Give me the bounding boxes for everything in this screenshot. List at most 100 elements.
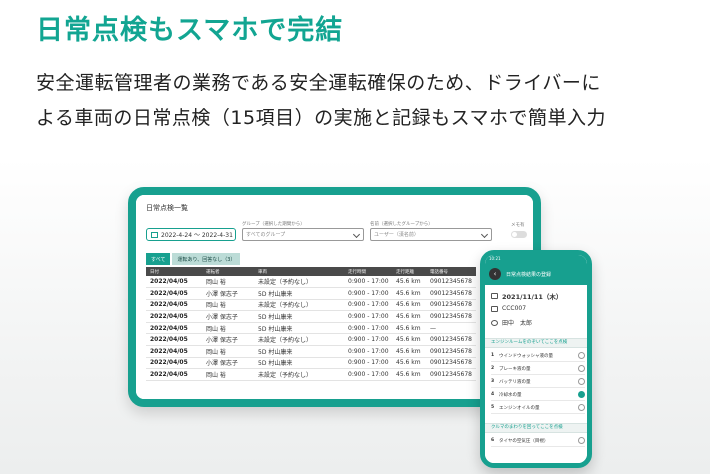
table-row[interactable]: 2022/04/05 小澤 保志子 5D 村山康来 0:900 - 17:00 45.6…: [146, 287, 476, 300]
table-cell: 岡山 裕: [202, 299, 254, 312]
filter-tabs: すべて 運転あり、回答なし（3）: [146, 253, 242, 265]
back-button[interactable]: ‹: [489, 268, 501, 280]
memo-filter-label: メモ有: [511, 223, 525, 228]
person-icon: [491, 319, 498, 326]
item-label: ブレーキ液の量: [499, 366, 531, 372]
headline: 日常点検もスマホで完結: [36, 15, 344, 46]
date-range-picker[interactable]: 2022-4-24 ～ 2022-4-31: [146, 228, 236, 241]
table-cell: 0:900 - 17:00: [344, 287, 392, 300]
table-row[interactable]: 2022/04/05 岡山 裕未設定（予約なし） 0:900 - 17:00 45.6…: [146, 299, 476, 312]
table-row[interactable]: 2022/04/05 岡山 裕未設定（予約なし） 0:900 - 17:00 45.6…: [146, 276, 476, 289]
item-number: 2: [491, 366, 495, 371]
status-bar: 10:21: [485, 255, 587, 263]
column-header-driver[interactable]: 運転者: [202, 267, 254, 276]
table-cell: 0:900 - 17:00: [344, 345, 392, 358]
tablet-screen: 日常点検一覧 2022-4-24 ～ 2022-4-31 グループ（選択した期間…: [136, 195, 533, 399]
table-cell: 5D 村山康来: [254, 322, 344, 335]
check-radio[interactable]: [578, 404, 585, 411]
vehicle-value: CCC007: [502, 305, 527, 312]
table-cell: 45.6 km: [392, 299, 426, 312]
table-cell: 2022/04/05: [146, 357, 202, 370]
table-cell: 0:900 - 17:00: [344, 322, 392, 335]
item-number: 4: [491, 392, 495, 397]
table-cell: 5D 村山康来: [254, 310, 344, 323]
item-label: 冷却水の量: [499, 392, 522, 398]
check-radio[interactable]: [578, 437, 585, 444]
checklist-item[interactable]: 2 ブレーキ液の量: [491, 363, 585, 375]
table-cell: 岡山 裕: [202, 322, 254, 335]
date-range-value: 2022-4-24 ～ 2022-4-31: [161, 232, 233, 239]
user-filter-label: 名前（選択したグループから）: [370, 222, 433, 227]
checklist-item[interactable]: 5 エンジンオイルの量: [491, 402, 585, 414]
column-header-phone[interactable]: 電話番号: [426, 267, 476, 276]
table-cell: 5D 村山康来: [254, 345, 344, 358]
table-row[interactable]: 2022/04/05 岡山 裕 5D 村山康来 0:900 - 17:00 45.6 k…: [146, 322, 476, 335]
table-cell: 09012345678: [426, 287, 476, 300]
item-number: 5: [491, 405, 495, 410]
table-cell: 未設定（予約なし）: [254, 333, 344, 347]
table-cell: 45.6 km: [392, 357, 426, 370]
phone-device: 10:21 ‹ 日常点検結果の登録 2021/11/11（木） CCC007 田…: [480, 250, 592, 468]
table-cell: 岡山 裕: [202, 368, 254, 381]
checklist-item[interactable]: 3 バッテリ液の量: [491, 376, 585, 388]
table-cell: 0:900 - 17:00: [344, 299, 392, 312]
table-cell: 45.6 km: [392, 310, 426, 323]
table-cell: 45.6 km: [392, 368, 426, 381]
group-select[interactable]: すべてのグループ: [242, 228, 364, 241]
item-number: 3: [491, 379, 495, 384]
checklist-item[interactable]: 4 冷却水の量: [491, 389, 585, 401]
table-cell: 2022/04/05: [146, 310, 202, 323]
phone-header: ‹ 日常点検結果の登録: [485, 263, 587, 285]
table-cell: 09012345678: [426, 310, 476, 323]
tab-unanswered[interactable]: 運転あり、回答なし（3）: [172, 253, 241, 265]
section-around-car: クルマのまわりを回ってここを点検: [485, 423, 587, 433]
inspection-table: 日付 運転者 車両 走行時間 走行距離 電話番号 2022/04/05 岡山 裕未…: [146, 267, 476, 381]
check-radio[interactable]: [578, 365, 585, 372]
table-cell: 2022/04/05: [146, 287, 202, 300]
table-cell: 09012345678: [426, 368, 476, 381]
column-header-time[interactable]: 走行時間: [344, 267, 392, 276]
table-cell: 未設定（予約なし）: [254, 368, 344, 381]
table-cell: 2022/04/05: [146, 333, 202, 347]
table-cell: 2022/04/05: [146, 299, 202, 312]
inspection-date: 2021/11/11（木）: [491, 291, 562, 301]
table-row[interactable]: 2022/04/05 岡山 裕未設定（予約なし） 0:900 - 17:00 45.6…: [146, 368, 476, 381]
table-cell: 小澤 保志子: [202, 310, 254, 323]
vehicle-info: CCC007: [491, 305, 526, 312]
item-label: バッテリ液の量: [499, 379, 531, 385]
table-cell: 未設定（予約なし）: [254, 299, 344, 312]
user-select-value: ユーザー（漢名前）: [374, 232, 419, 238]
check-radio[interactable]: [578, 352, 585, 359]
table-header-row: 日付 運転者 車両 走行時間 走行距離 電話番号: [146, 267, 476, 276]
table-cell: 45.6 km: [392, 345, 426, 358]
check-radio-checked[interactable]: [578, 391, 585, 398]
table-row[interactable]: 2022/04/05 小澤 保志子 未設定（予約なし） 0:900 - 17:00 45…: [146, 333, 476, 347]
table-cell: 0:900 - 17:00: [344, 368, 392, 381]
item-number: 1: [491, 353, 495, 358]
table-cell: 5D 村山康来: [254, 287, 344, 300]
table-row[interactable]: 2022/04/05 小澤 保志子 5D 村山康来 0:900 - 17:00 45.6…: [146, 357, 476, 370]
column-header-distance[interactable]: 走行距離: [392, 267, 426, 276]
tab-all[interactable]: すべて: [146, 253, 171, 265]
table-cell: 岡山 裕: [202, 276, 254, 289]
column-header-vehicle[interactable]: 車両: [254, 267, 344, 276]
calendar-icon: [151, 231, 158, 238]
car-icon: [491, 305, 498, 312]
column-header-date[interactable]: 日付: [146, 267, 202, 276]
table-cell: 09012345678: [426, 276, 476, 289]
table-cell: 岡山 裕: [202, 345, 254, 358]
checklist-item[interactable]: 1 ウインドウォッシャ液の量: [491, 350, 585, 362]
table-cell: 09012345678: [426, 299, 476, 312]
description-line-1: 安全運転管理者の業務である安全運転確保のため、ドライバーに: [36, 72, 601, 94]
table-cell: 2022/04/05: [146, 345, 202, 358]
table-cell: 45.6 km: [392, 287, 426, 300]
table-cell: 2022/04/05: [146, 322, 202, 335]
checklist-item[interactable]: 6 タイヤの空気圧（目視）: [491, 435, 585, 447]
table-row[interactable]: 2022/04/05 小澤 保志子 5D 村山康来 0:900 - 17:00 45.6…: [146, 310, 476, 323]
table-cell: 2022/04/05: [146, 276, 202, 289]
check-radio[interactable]: [578, 378, 585, 385]
memo-toggle[interactable]: [511, 231, 527, 238]
user-select[interactable]: ユーザー（漢名前）: [370, 228, 492, 241]
description-line-2: よる車両の日常点検（15項目）の実施と記録もスマホで簡単入力: [36, 107, 607, 129]
table-row[interactable]: 2022/04/05 岡山 裕 5D 村山康来 0:900 - 17:00 45.6 k…: [146, 345, 476, 358]
